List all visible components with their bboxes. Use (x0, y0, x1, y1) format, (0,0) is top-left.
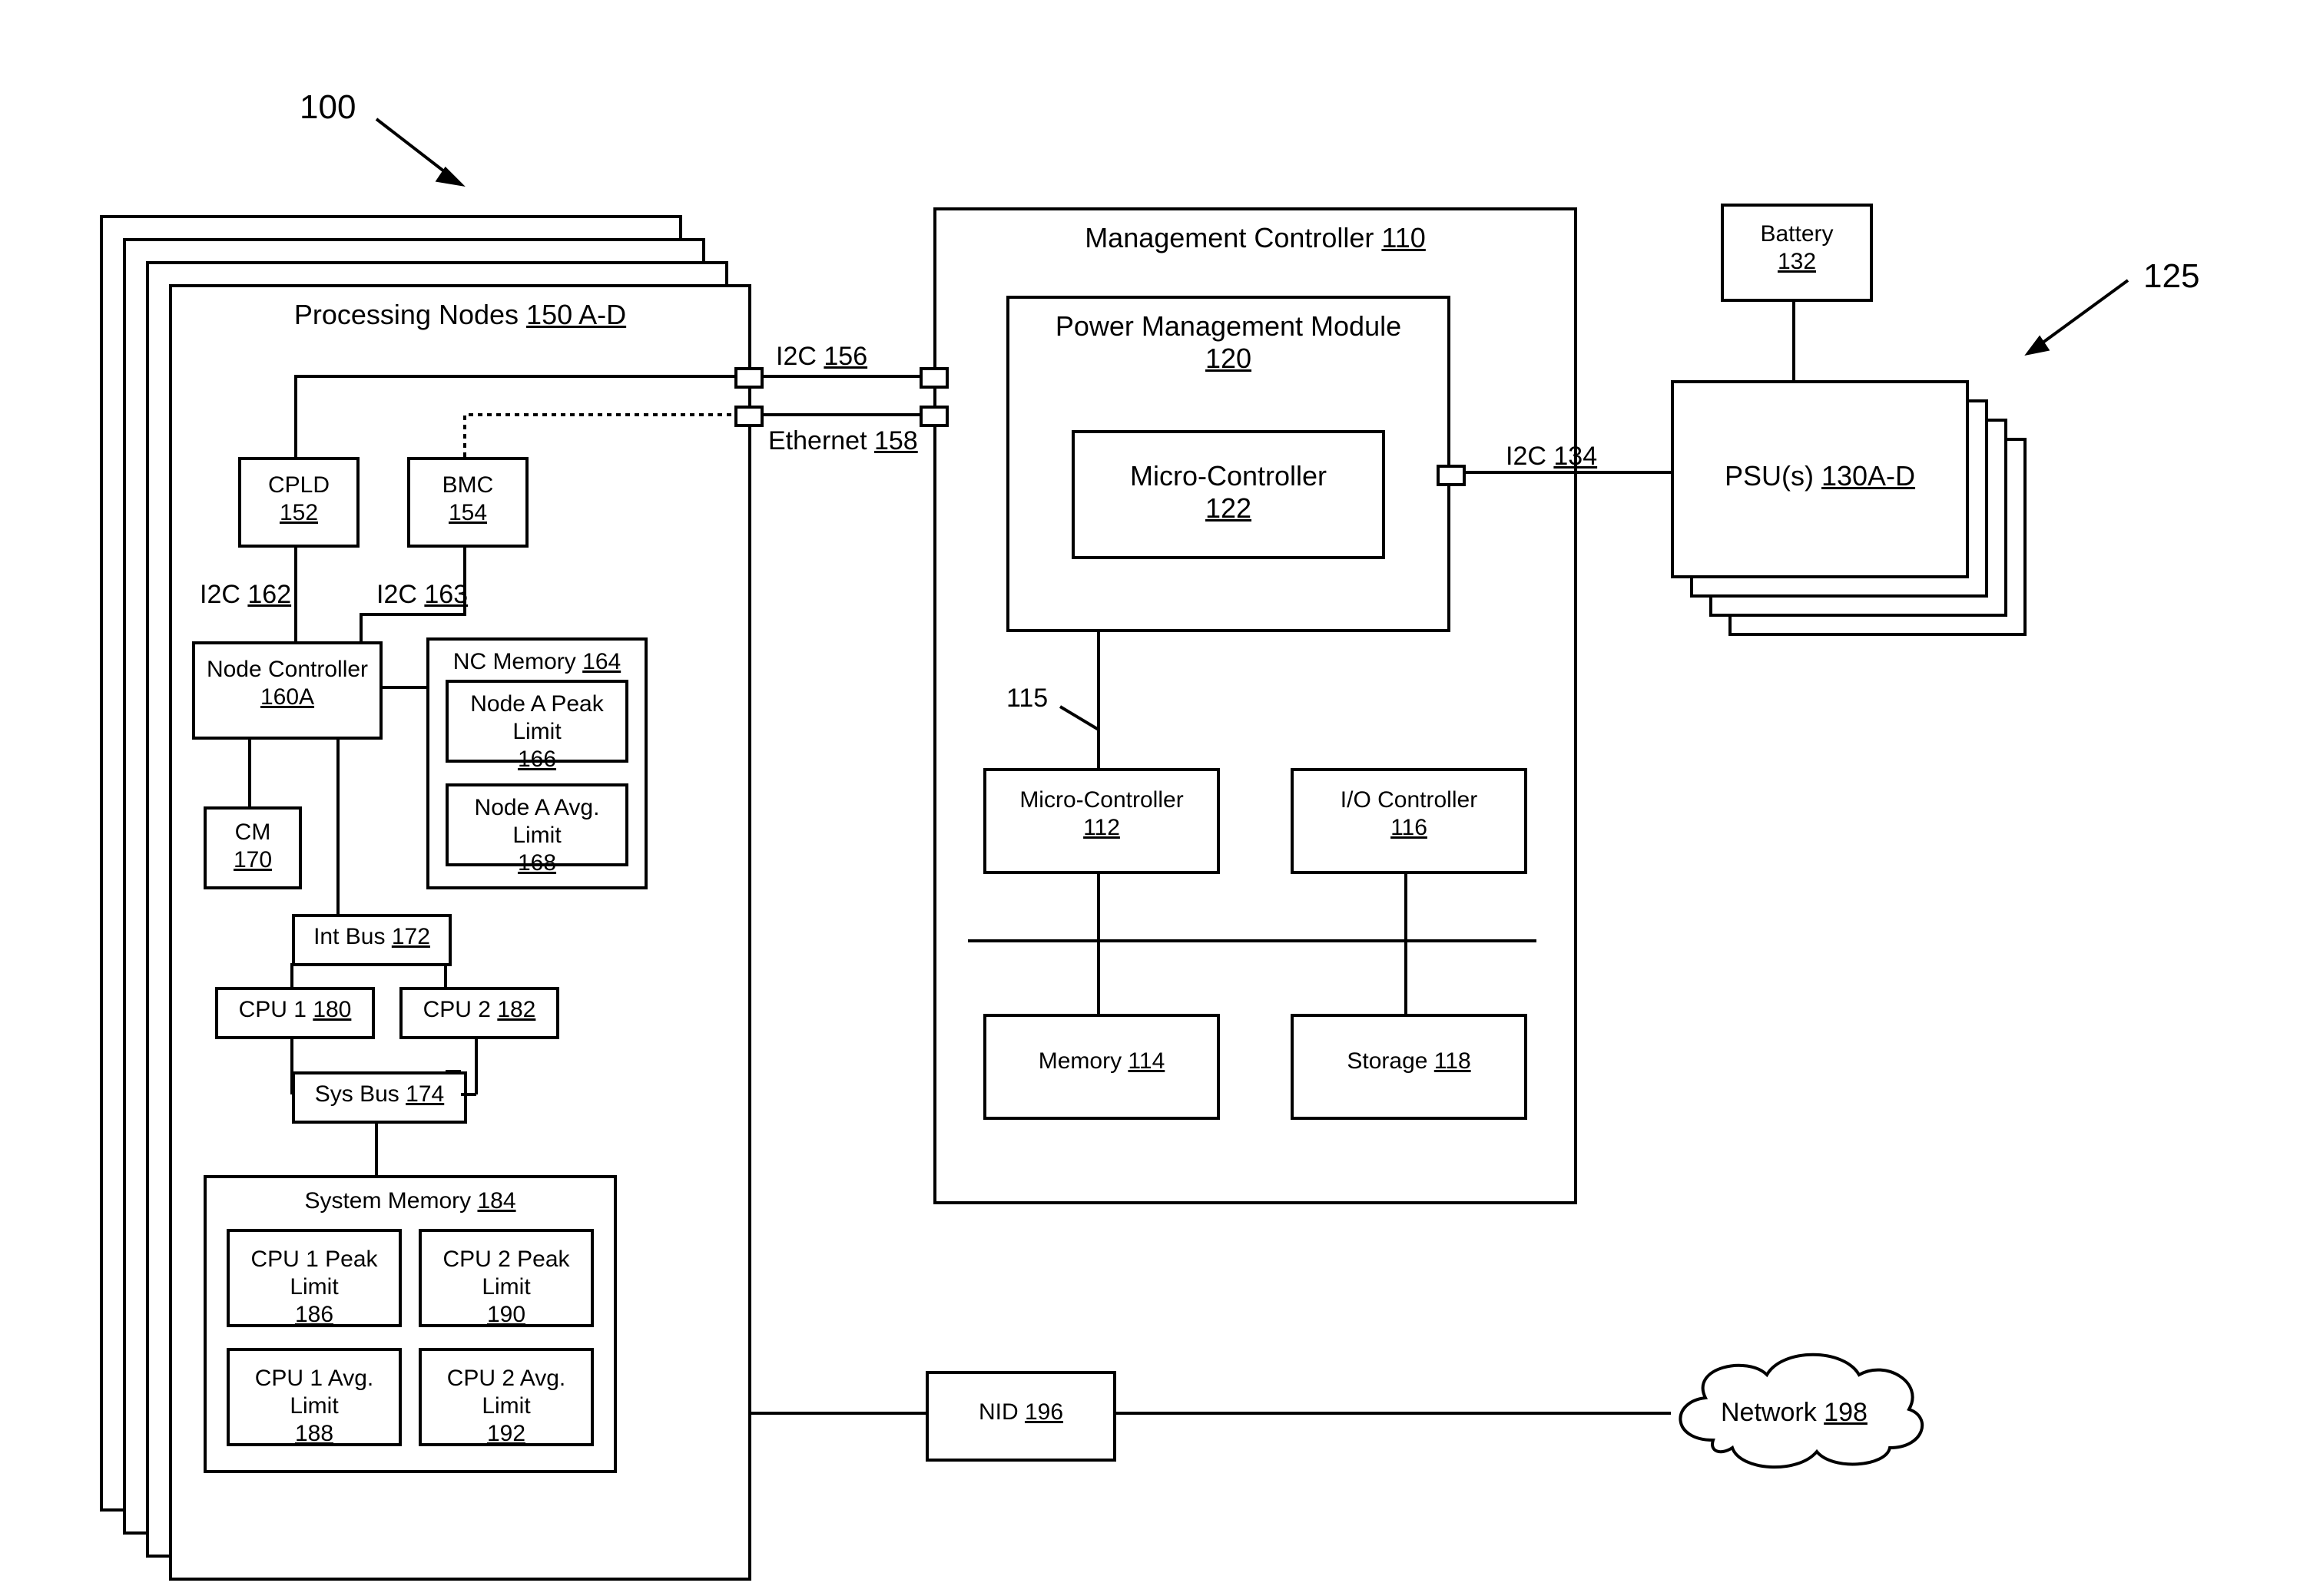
nc-peak-box: Node A Peak Limit166 (446, 680, 628, 763)
io-controller-box: I/O Controller116 (1291, 768, 1527, 874)
cm-box: CM170 (204, 806, 302, 889)
processing-nodes-title: Processing Nodes 150 A-D (172, 299, 748, 331)
nc-avg-box: Node A Avg. Limit168 (446, 783, 628, 866)
cpu1-peak-box: CPU 1 Peak Limit186 (227, 1229, 402, 1327)
memory-114-box: Memory 114 (983, 1014, 1220, 1120)
psu-box: PSU(s) 130A-D (1671, 380, 1969, 578)
pn-port-i2c (734, 367, 764, 389)
cpu1-avg-box: CPU 1 Avg. Limit188 (227, 1348, 402, 1446)
i2c-163-label: I2C 163 (376, 580, 468, 610)
bmc-box: BMC154 (407, 457, 529, 548)
pn-port-eth (734, 406, 764, 427)
mc-port-eth (920, 406, 949, 427)
cpu2-box: CPU 2 182 (399, 987, 559, 1039)
ref-100: 100 (300, 88, 356, 127)
eth-158-label: Ethernet 158 (768, 426, 918, 456)
ref-125: 125 (2143, 257, 2199, 296)
cpu2-avg-box: CPU 2 Avg. Limit192 (419, 1348, 594, 1446)
network-label: Network 198 (1721, 1398, 1868, 1428)
i2c-134-label: I2C 134 (1506, 442, 1597, 472)
battery-box: Battery132 (1721, 204, 1873, 302)
sys-bus-box: Sys Bus 174 (292, 1071, 467, 1124)
storage-118-box: Storage 118 (1291, 1014, 1527, 1120)
micro-122-box: Micro-Controller122 (1072, 430, 1385, 559)
cpu1-box: CPU 1 180 (215, 987, 375, 1039)
cpu2-peak-box: CPU 2 Peak Limit190 (419, 1229, 594, 1327)
i2c-156-label: I2C 156 (776, 342, 867, 372)
micro-112-box: Micro-Controller112 (983, 768, 1220, 874)
nid-box: NID 196 (926, 1371, 1116, 1462)
diagram-canvas: 100 125 Processing Nodes 150 A-D CPLD152… (0, 0, 2320, 1596)
mc-port-i2c (920, 367, 949, 389)
int-bus-box: Int Bus 172 (292, 914, 452, 966)
ref-115: 115 (1006, 684, 1048, 714)
node-controller-box: Node Controller160A (192, 641, 383, 740)
cpld-box: CPLD152 (238, 457, 360, 548)
i2c-162-label: I2C 162 (200, 580, 291, 610)
pm-port-i2c (1437, 465, 1466, 486)
